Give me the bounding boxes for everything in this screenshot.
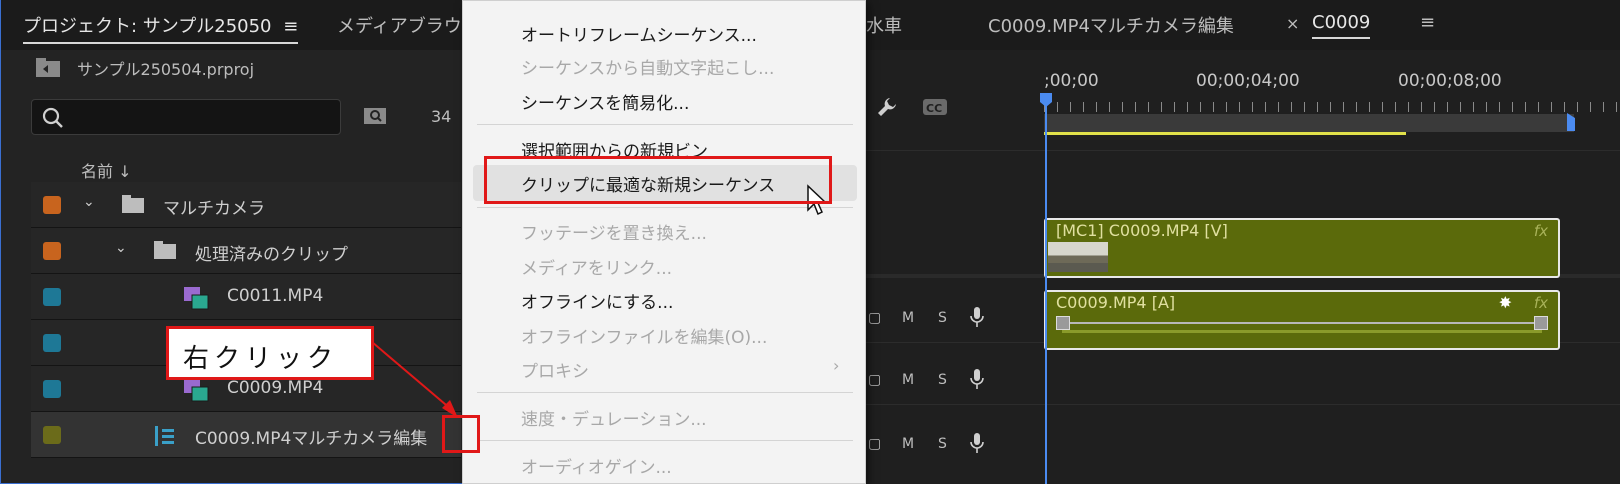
video-clip-icon xyxy=(184,287,209,310)
folder-icon xyxy=(154,241,176,259)
menu-separator xyxy=(477,207,853,208)
tab-media-browser[interactable]: メディアブラウ xyxy=(337,12,462,38)
column-header-name[interactable]: 名前 ↓ xyxy=(81,158,132,182)
timecode-label: 00;00;04;00 xyxy=(1196,71,1300,91)
list-item[interactable]: ⌄ マルチカメラ xyxy=(31,182,461,228)
captions-icon[interactable]: CC xyxy=(922,98,948,116)
menu-item-edit-offline[interactable]: オフラインファイルを編集(O)... xyxy=(521,323,767,348)
project-file-name: サンプル250504.prproj xyxy=(77,60,255,79)
highlight-box-menu-item xyxy=(484,156,832,204)
label-color-swatch[interactable] xyxy=(43,196,61,214)
video-clip-icon xyxy=(184,379,209,402)
tab-sequence-c0009[interactable]: C0009 xyxy=(1312,12,1371,39)
tab-sequence-multicam[interactable]: C0009.MP4マルチカメラ編集 xyxy=(988,12,1234,38)
parent-folder-icon[interactable] xyxy=(35,56,61,78)
fx-badge-icon: fx xyxy=(1533,294,1548,312)
close-tab-icon[interactable]: × xyxy=(1286,14,1299,33)
menu-item-simplify-sequence[interactable]: シーケンスを簡易化... xyxy=(521,89,689,114)
find-icon[interactable] xyxy=(363,106,387,126)
label-color-swatch[interactable] xyxy=(43,242,61,260)
track-output-icon[interactable]: ▢ xyxy=(868,310,881,326)
item-count: 34 xyxy=(431,107,452,126)
list-item[interactable]: C0011.MP4 xyxy=(31,274,461,320)
work-area-bar[interactable] xyxy=(1044,114,1574,132)
annotation-arrow xyxy=(371,341,458,418)
fx-badge-icon: fx xyxy=(1533,222,1548,240)
folder-icon xyxy=(122,195,144,213)
microphone-icon[interactable] xyxy=(970,368,984,390)
list-item-label: C0009.MP4 xyxy=(227,378,324,398)
list-item-label: 処理済みのクリップ xyxy=(195,245,348,265)
search-icon xyxy=(42,107,63,128)
list-item[interactable]: ⌄ 処理済みのクリップ xyxy=(31,228,461,274)
mute-button[interactable]: M xyxy=(902,310,914,326)
clip-label: [MC1] C0009.MP4 [V] xyxy=(1056,221,1228,240)
panel-menu-icon[interactable]: ≡ xyxy=(1420,12,1435,33)
audio-clip[interactable]: C0009.MP4 [A] ✸ fx xyxy=(1044,290,1560,350)
multicam-sequence-icon xyxy=(155,426,174,446)
keyframe-star-icon: ✸ xyxy=(1498,293,1512,312)
keyframe-handle[interactable] xyxy=(1534,316,1548,330)
label-color-swatch[interactable] xyxy=(43,426,61,444)
menu-item-link-media[interactable]: メディアをリンク... xyxy=(521,254,672,279)
menu-separator xyxy=(477,124,853,125)
menu-item-auto-reframe[interactable]: オートリフレームシーケンス... xyxy=(521,21,757,46)
list-item-label: C0011.MP4 xyxy=(227,286,324,306)
panel-menu-icon[interactable]: ≡ xyxy=(283,16,298,37)
wrench-icon[interactable] xyxy=(876,96,898,118)
project-file-path: サンプル250504.prproj xyxy=(35,56,254,82)
chevron-down-icon[interactable]: ⌄ xyxy=(115,240,127,256)
video-clip[interactable]: [MC1] C0009.MP4 [V] fx xyxy=(1044,218,1560,278)
context-menu: オートリフレームシーケンス... シーケンスから自動文字起こし... シーケンス… xyxy=(462,0,866,484)
menu-item-speed-duration[interactable]: 速度・デュレーション... xyxy=(521,405,707,430)
menu-separator xyxy=(477,392,853,393)
chevron-down-icon[interactable]: ⌄ xyxy=(83,194,95,210)
mute-button[interactable]: M xyxy=(902,372,914,388)
solo-button[interactable]: S xyxy=(938,372,947,388)
render-status-bar xyxy=(1044,132,1406,135)
tab-project-label: プロジェクト: サンプル25050 xyxy=(23,16,272,37)
list-item-label: マルチカメラ xyxy=(163,199,265,219)
label-color-swatch[interactable] xyxy=(43,334,61,352)
menu-item-proxy[interactable]: プロキシ xyxy=(521,357,589,382)
playhead-handle-icon[interactable] xyxy=(1039,92,1053,108)
audio-waveform xyxy=(1062,330,1542,333)
menu-separator xyxy=(477,440,853,441)
clip-thumbnail xyxy=(1048,242,1108,272)
menu-item-auto-transcribe[interactable]: シーケンスから自動文字起こし... xyxy=(521,54,774,79)
ruler-ticks xyxy=(1044,102,1620,112)
menu-item-make-offline[interactable]: オフラインにする... xyxy=(521,288,673,313)
volume-rubber-band[interactable] xyxy=(1062,322,1542,324)
clip-label: C0009.MP4 [A] xyxy=(1056,293,1176,312)
playhead-line[interactable] xyxy=(1045,104,1047,484)
menu-item-audio-gain[interactable]: オーディオゲイン... xyxy=(521,453,672,478)
project-search xyxy=(31,99,341,135)
callout-text: 右クリック xyxy=(183,344,339,374)
timecode-label: ;00;00 xyxy=(1044,71,1099,91)
tab-project[interactable]: プロジェクト: サンプル25050 ≡ xyxy=(23,12,299,44)
annotation-callout: 右クリック xyxy=(166,326,374,380)
time-ruler[interactable]: ;00;00 00;00;04;00 00;00;08;00 xyxy=(1044,68,1620,138)
solo-button[interactable]: S xyxy=(938,310,947,326)
submenu-arrow-icon: › xyxy=(833,356,840,375)
microphone-icon[interactable] xyxy=(970,306,984,328)
solo-button[interactable]: S xyxy=(938,436,947,452)
svg-text:CC: CC xyxy=(926,102,942,115)
label-color-swatch[interactable] xyxy=(43,288,61,306)
track-output-icon[interactable]: ▢ xyxy=(868,372,881,388)
microphone-icon[interactable] xyxy=(970,432,984,454)
label-color-swatch[interactable] xyxy=(43,380,61,398)
timecode-label: 00;00;08;00 xyxy=(1398,71,1502,91)
track-output-icon[interactable]: ▢ xyxy=(868,436,881,452)
search-input[interactable] xyxy=(72,104,332,130)
keyframe-handle[interactable] xyxy=(1056,316,1070,330)
tab-sequence-suisha[interactable]: 水車 xyxy=(866,12,902,38)
work-area-end-handle-icon[interactable] xyxy=(1566,112,1576,132)
mute-button[interactable]: M xyxy=(902,436,914,452)
menu-item-replace-footage[interactable]: フッテージを置き換え... xyxy=(521,219,707,244)
